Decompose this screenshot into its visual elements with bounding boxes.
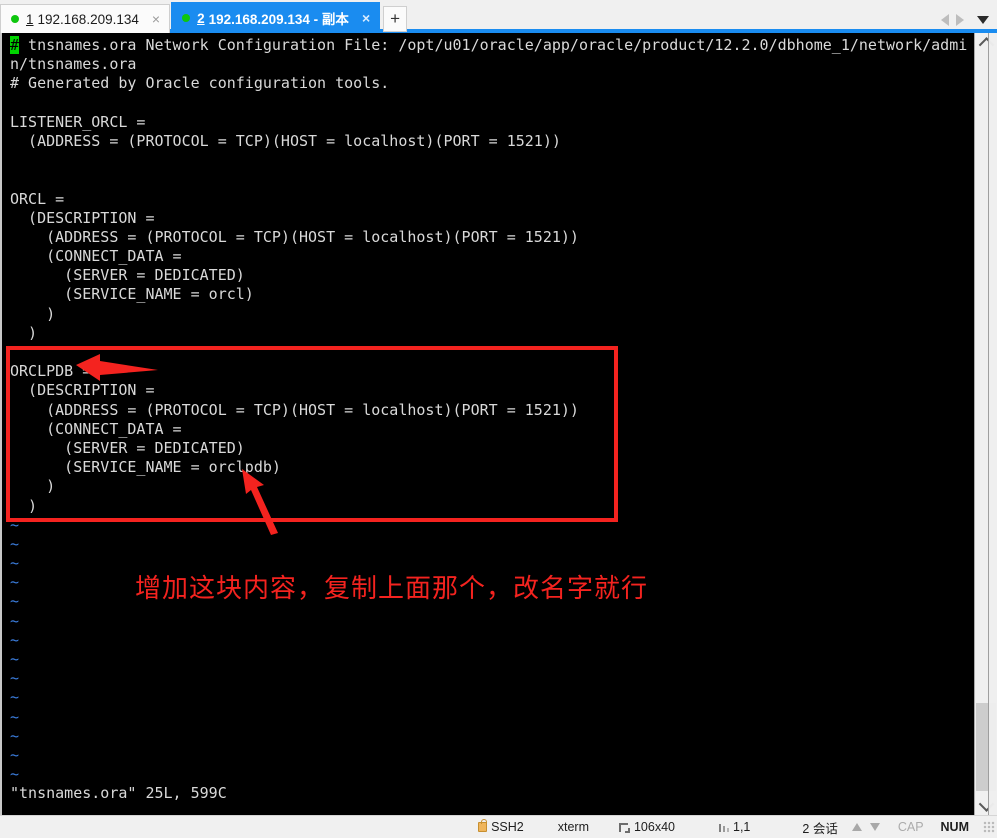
background-window-edge — [988, 33, 997, 815]
terminal-line: LISTENER_ORCL = — [10, 112, 146, 131]
terminal-area: # tnsnames.ora Network Configuration Fil… — [0, 33, 997, 815]
status-cursor-position-label: 1,1 — [733, 820, 751, 834]
terminal-empty-line-marker: ~ — [10, 573, 20, 592]
terminal-cursor: # — [10, 36, 20, 54]
status-bar: SSH2 xterm 106x40 1,1 2 会话 CAP NUM — [0, 815, 997, 838]
terminal-line: (SERVICE_NAME = orclpdb) — [10, 458, 281, 477]
terminal-empty-line-marker: ~ — [10, 515, 20, 534]
terminal-line: (SERVICE_NAME = orcl) — [10, 285, 254, 304]
upload-arrow-icon — [851, 823, 862, 831]
status-cursor-position: 1,1 — [719, 820, 750, 834]
terminal-empty-line-marker: ~ — [10, 592, 20, 611]
terminal-line: ORCLPDB = — [10, 362, 92, 381]
connection-status-dot-icon — [182, 14, 191, 22]
status-protocol-label: SSH2 — [491, 820, 524, 834]
terminal-line: (ADDRESS = (PROTOCOL = TCP)(HOST = local… — [10, 400, 579, 419]
previous-tab-icon[interactable] — [941, 14, 949, 26]
terminal-line: (DESCRIPTION = — [10, 208, 155, 227]
terminal-line: (SERVER = DEDICATED) — [10, 438, 245, 457]
resize-icon — [618, 822, 630, 833]
terminal-line: ) — [10, 304, 56, 323]
resize-grip-icon[interactable] — [983, 821, 995, 833]
terminal-line: n/tnsnames.ora — [10, 55, 137, 74]
status-terminal-type-label: xterm — [557, 820, 589, 834]
tab-bar: 1 192.168.209.134 × 2 192.168.209.134 - … — [0, 0, 997, 33]
status-screen-size: 106x40 — [618, 820, 675, 834]
terminal-empty-line-marker: ~ — [10, 688, 20, 707]
status-num-lock-label: NUM — [940, 820, 969, 834]
terminal-line: # tnsnames.ora Network Configuration Fil… — [10, 36, 968, 54]
tab-session-1[interactable]: 1 192.168.209.134 × — [0, 4, 171, 33]
terminal-empty-line-marker: ~ — [10, 534, 20, 553]
status-terminal-type: xterm — [558, 820, 589, 834]
status-num-lock: NUM — [941, 820, 969, 834]
terminal-line: (ADDRESS = (PROTOCOL = TCP)(HOST = local… — [10, 131, 561, 150]
download-arrow-icon — [869, 823, 880, 831]
connection-status-dot-icon — [11, 15, 19, 23]
close-icon[interactable]: × — [359, 11, 373, 25]
terminal-empty-line-marker: ~ — [10, 554, 20, 573]
tab-session-2[interactable]: 2 192.168.209.134 - 副本 × — [171, 2, 381, 33]
next-tab-icon[interactable] — [956, 14, 964, 26]
terminal-empty-line-marker: ~ — [10, 707, 20, 726]
terminal-screen[interactable]: # tnsnames.ora Network Configuration Fil… — [2, 33, 974, 815]
terminal-empty-line-marker: ~ — [10, 669, 20, 688]
terminal-line: ) — [10, 477, 56, 496]
tab-index-1: 1 — [26, 11, 34, 27]
tab-label-1: 192.168.209.134 — [37, 11, 139, 27]
terminal-line: # Generated by Oracle configuration tool… — [10, 74, 390, 93]
terminal-empty-line-marker: ~ — [10, 726, 20, 745]
status-session-count: 2 会话 — [802, 818, 837, 837]
cursor-position-icon — [719, 821, 729, 833]
status-caps-lock-label: CAP — [897, 820, 924, 834]
terminal-empty-line-marker: ~ — [10, 765, 20, 784]
new-tab-button[interactable]: + — [383, 6, 408, 32]
terminal-line: ORCL = — [10, 189, 65, 208]
status-protocol: SSH2 — [478, 819, 524, 834]
terminal-empty-line-marker: ~ — [10, 630, 20, 649]
terminal-line: (SERVER = DEDICATED) — [10, 266, 245, 285]
chevron-down-icon[interactable] — [977, 16, 989, 24]
close-icon[interactable]: × — [149, 12, 163, 26]
terminal-line: ) — [10, 323, 38, 342]
lock-icon — [478, 819, 488, 832]
terminal-line: (DESCRIPTION = — [10, 381, 155, 400]
terminal-line: (ADDRESS = (PROTOCOL = TCP)(HOST = local… — [10, 227, 579, 246]
status-transfer-indicators — [851, 823, 880, 831]
status-caps-lock: CAP — [898, 820, 924, 834]
tab-label-2: 192.168.209.134 - 副本 — [208, 12, 349, 27]
tab-index-2: 2 — [197, 10, 205, 26]
terminal-empty-line-marker: ~ — [10, 611, 20, 630]
terminal-line: (CONNECT_DATA = — [10, 247, 182, 266]
tab-bar-controls — [941, 14, 989, 26]
terminal-app-window: 1 192.168.209.134 × 2 192.168.209.134 - … — [0, 0, 997, 838]
terminal-line: (CONNECT_DATA = — [10, 419, 182, 438]
vim-status-line: "tnsnames.ora" 25L, 599C — [10, 784, 227, 803]
terminal-empty-line-marker: ~ — [10, 650, 20, 668]
terminal-line: ) — [10, 496, 38, 515]
status-session-count-label: 2 会话 — [802, 821, 838, 836]
status-screen-size-label: 106x40 — [633, 820, 675, 834]
terminal-empty-line-marker: ~ — [10, 745, 20, 764]
